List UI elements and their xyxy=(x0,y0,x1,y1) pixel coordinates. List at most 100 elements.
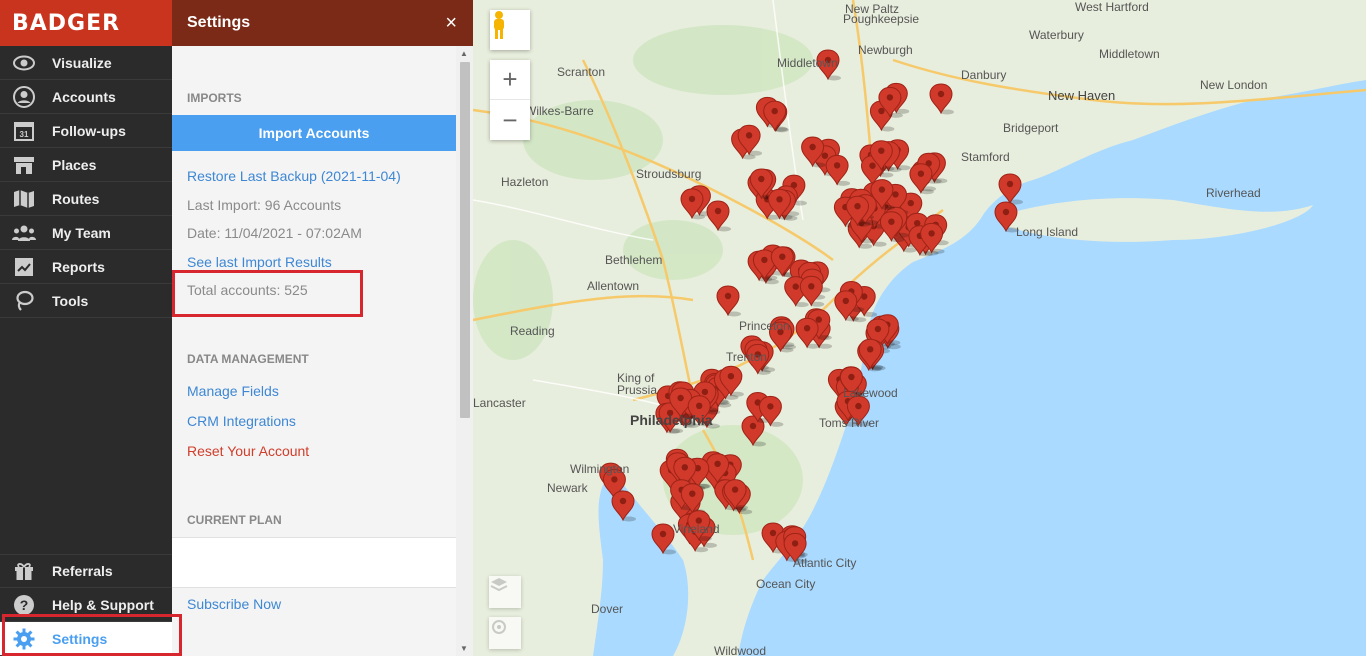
calendar-icon: 31 xyxy=(12,119,36,143)
settings-panel: Settings × IMPORTS Import Accounts Resto… xyxy=(172,0,473,656)
map-label: Vineland xyxy=(673,522,720,536)
nav-item-referrals[interactable]: Referrals xyxy=(0,554,172,588)
nav-item-label: Reports xyxy=(52,258,105,275)
map-label: Allentown xyxy=(587,279,640,293)
nav-item-label: Accounts xyxy=(52,88,116,105)
map-label: Middletown xyxy=(777,56,838,70)
map-label: Ocean City xyxy=(756,577,816,591)
nav-item-follow-ups[interactable]: 31 Follow-ups xyxy=(0,114,172,148)
map-label: Toms River xyxy=(819,416,880,430)
brand-name: BADGER xyxy=(12,10,121,36)
nav-item-label: Places xyxy=(52,156,97,173)
total-accounts-highlight xyxy=(172,270,363,317)
scroll-thumb[interactable] xyxy=(460,62,470,418)
map-label: King of Prussia xyxy=(617,371,658,397)
settings-highlight xyxy=(2,614,182,656)
layers-icon[interactable] xyxy=(489,576,521,608)
map-label: Waterbury xyxy=(1029,28,1084,42)
data-management-heading: DATA MANAGEMENT xyxy=(187,352,309,366)
map-label: Long Island xyxy=(1016,225,1079,239)
nav-item-reports[interactable]: Reports xyxy=(0,250,172,284)
nav-item-label: Tools xyxy=(52,292,89,309)
nav-item-label: Routes xyxy=(52,190,100,207)
map-label: Poughkeepsie xyxy=(843,12,920,26)
close-icon[interactable]: × xyxy=(445,12,457,35)
brand-logo[interactable]: BADGER xyxy=(0,0,172,46)
main-sidebar: BADGER Visualize Accounts 31 Follow-ups … xyxy=(0,0,172,656)
map-label: Bridgeport xyxy=(1003,121,1059,135)
map-label: Lancaster xyxy=(473,396,526,410)
account-marker[interactable] xyxy=(998,173,1023,205)
map-label: Newark xyxy=(547,481,588,495)
map-label: Princeton xyxy=(739,319,790,333)
see-import-results-link[interactable]: See last Import Results xyxy=(187,254,332,270)
store-icon xyxy=(12,153,36,177)
nav-item-label: My Team xyxy=(52,224,111,241)
map-label: Trenton xyxy=(726,350,767,364)
map-label: Philadelphia xyxy=(630,412,713,428)
street-view-pegman-icon[interactable] xyxy=(490,10,530,50)
nav-item-label: Visualize xyxy=(52,54,112,71)
lasso-icon xyxy=(12,289,36,313)
map-label: Wildwood xyxy=(714,644,767,656)
crm-integrations-link[interactable]: CRM Integrations xyxy=(187,413,296,429)
nav-item-places[interactable]: Places xyxy=(0,148,172,182)
map-folded-icon xyxy=(12,187,36,211)
nav-item-routes[interactable]: Routes xyxy=(0,182,172,216)
restore-backup-link[interactable]: Restore Last Backup (2021-11-04) xyxy=(187,168,401,184)
settings-header: Settings × xyxy=(172,0,473,46)
settings-title: Settings xyxy=(187,14,251,31)
map-label: Reading xyxy=(510,324,555,338)
person-circle-icon xyxy=(12,85,36,109)
import-accounts-button[interactable]: Import Accounts xyxy=(172,115,456,151)
map-label: Middletown xyxy=(1099,47,1160,61)
zoom-controls: + − xyxy=(490,60,530,140)
current-plan-heading: CURRENT PLAN xyxy=(187,513,282,527)
team-icon xyxy=(12,221,36,245)
reset-account-link[interactable]: Reset Your Account xyxy=(187,443,309,459)
map-label: Newburgh xyxy=(858,43,913,57)
report-icon xyxy=(12,255,36,279)
imports-heading: IMPORTS xyxy=(187,91,242,105)
map-label: Stroudsburg xyxy=(636,167,702,181)
scroll-down-icon[interactable]: ▼ xyxy=(460,644,468,653)
map-label: Wilmington xyxy=(570,462,630,476)
subscribe-now-link[interactable]: Subscribe Now xyxy=(187,596,281,612)
question-icon: ? xyxy=(12,593,36,617)
map-label: Wilkes-Barre xyxy=(525,104,594,118)
settings-body: IMPORTS Import Accounts Restore Last Bac… xyxy=(172,46,456,656)
map-label: Stamford xyxy=(961,150,1010,164)
map-label: New Haven xyxy=(1048,88,1116,103)
map-label: Riverhead xyxy=(1206,186,1261,200)
eye-icon xyxy=(12,51,36,75)
map-label: Atlantic City xyxy=(793,556,857,570)
nav-item-accounts[interactable]: Accounts xyxy=(0,80,172,114)
map-label: Scranton xyxy=(557,65,606,79)
manage-fields-link[interactable]: Manage Fields xyxy=(187,383,279,399)
settings-scrollbar[interactable]: ▲ ▼ xyxy=(456,46,473,656)
nav-item-tools[interactable]: Tools xyxy=(0,284,172,318)
account-marker[interactable] xyxy=(858,338,884,370)
nav-item-my-team[interactable]: My Team xyxy=(0,216,172,250)
scroll-up-icon[interactable]: ▲ xyxy=(460,49,468,58)
map-label: New London xyxy=(1200,78,1268,92)
map-label: Hazleton xyxy=(501,175,549,189)
nav-item-label: Referrals xyxy=(52,563,113,579)
map-label: Bethlehem xyxy=(605,253,663,267)
zoom-out-button[interactable]: − xyxy=(490,100,530,140)
map-label: Danbury xyxy=(961,68,1007,82)
nav-item-visualize[interactable]: Visualize xyxy=(0,46,172,80)
map-label: West Hartford xyxy=(1075,0,1149,14)
last-import-text: Last Import: 96 Accounts xyxy=(187,197,342,213)
gift-icon xyxy=(12,559,36,583)
import-date-text: Date: 11/04/2021 - 07:02AM xyxy=(187,225,362,241)
zoom-in-button[interactable]: + xyxy=(490,60,530,100)
map-label: Dover xyxy=(591,602,624,616)
my-location-icon[interactable] xyxy=(489,617,521,649)
calendar-badge: 31 xyxy=(20,130,29,139)
map-view[interactable]: New Paltz Poughkeepsie West Hartford Wat… xyxy=(473,0,1366,656)
map-canvas xyxy=(473,0,1366,656)
nav-item-label: Help & Support xyxy=(52,596,154,613)
current-plan-box xyxy=(172,537,456,588)
nav-item-label: Follow-ups xyxy=(52,122,126,139)
